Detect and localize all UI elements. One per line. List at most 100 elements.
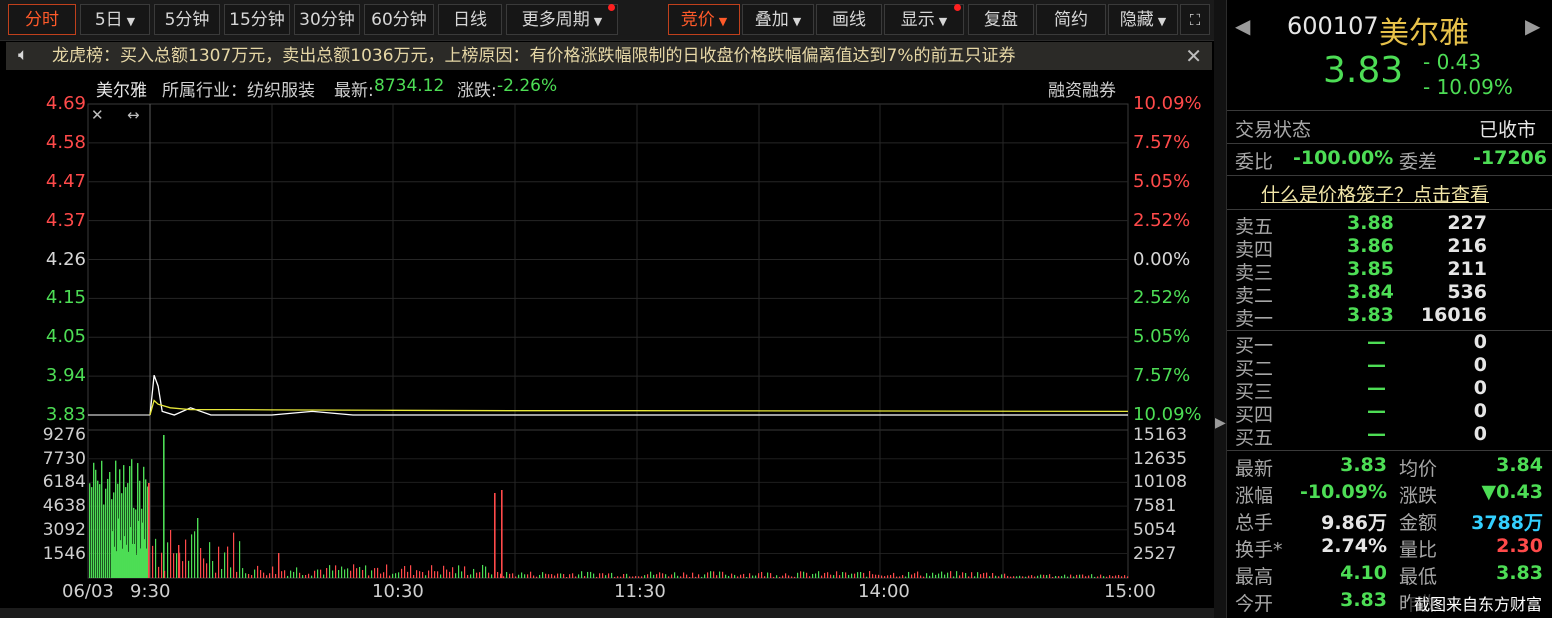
volume-bar — [914, 573, 916, 578]
volume-bar — [329, 565, 331, 578]
volume-bar — [575, 576, 577, 578]
volume-bar — [830, 574, 832, 578]
next-stock-icon[interactable]: ▶ — [1525, 14, 1540, 38]
volume-bar — [1076, 574, 1078, 578]
volume-bar — [716, 575, 718, 578]
volume-bar — [695, 576, 697, 578]
price-line — [149, 374, 1128, 416]
volume-bar — [281, 571, 283, 578]
volume-bar — [215, 572, 217, 578]
volume-bar — [473, 568, 475, 578]
volume-bar — [725, 574, 727, 578]
replay-button[interactable]: 复盘 — [968, 4, 1034, 35]
prev-stock-icon[interactable]: ◀ — [1235, 14, 1250, 38]
volume-bar — [932, 572, 934, 578]
display-button[interactable]: 显示 ▼ — [884, 4, 964, 35]
volume-bar — [152, 545, 154, 578]
volume-bar — [344, 569, 346, 578]
volume-bar — [632, 576, 634, 578]
tab-30min[interactable]: 30分钟 — [294, 4, 360, 35]
volume-bar — [776, 575, 778, 578]
volume-bar — [668, 576, 670, 578]
volume-bar — [665, 574, 667, 578]
volume-bar — [299, 572, 301, 578]
volume-bar — [1109, 575, 1111, 578]
close-icon[interactable]: ✕ — [1185, 42, 1202, 70]
display-label: 显示 — [900, 10, 935, 30]
volume-bar — [503, 576, 505, 578]
volume-bar — [293, 571, 295, 578]
volume-bar — [1031, 575, 1033, 578]
volume-bar — [368, 575, 370, 578]
volume-bar — [884, 576, 886, 578]
volume-bar — [962, 572, 964, 578]
volume-bar — [938, 573, 940, 578]
volume-bar — [178, 545, 180, 578]
close-icon[interactable]: ✕ — [91, 106, 104, 124]
tab-5min[interactable]: 5分钟 — [154, 4, 220, 35]
volume-bar — [794, 576, 796, 578]
volume-bar — [338, 570, 340, 578]
bid-level-label: 买五 — [1235, 427, 1274, 449]
volume-bar — [501, 490, 503, 578]
tab-intraday[interactable]: 分时 — [8, 4, 76, 35]
volume-bar — [455, 573, 457, 578]
resize-arrows-icon[interactable]: ↔ — [127, 106, 140, 124]
volume-bar — [599, 573, 601, 578]
volume-bar — [554, 575, 556, 578]
hide-button[interactable]: 隐藏 ▼ — [1108, 4, 1178, 35]
volume-bar — [980, 574, 982, 578]
volume-bar — [536, 576, 538, 578]
panel-splitter[interactable]: ▶ — [1214, 0, 1226, 618]
volume-bar — [1124, 575, 1126, 578]
pct-tick-label: 2.52% — [1133, 287, 1191, 309]
price-cage-link[interactable]: 什么是价格笼子？点击查看 — [1261, 180, 1489, 207]
volume-bar — [1070, 574, 1072, 578]
volume-bar — [959, 575, 961, 578]
volume-bar — [578, 574, 580, 578]
index-change-value: -2.26% — [497, 76, 558, 96]
tab-daily[interactable]: 日线 — [438, 4, 502, 35]
volume-bar — [392, 573, 394, 578]
indicator-tab-strip[interactable] — [0, 608, 1214, 618]
chevron-right-icon[interactable]: ▶ — [1215, 415, 1226, 431]
chevron-down-icon: ▼ — [938, 15, 948, 28]
volume-bar — [722, 571, 724, 578]
volume-bar — [425, 575, 427, 578]
volume-bar — [431, 565, 433, 578]
volume-bar — [923, 576, 925, 578]
simple-button[interactable]: 简约 — [1036, 4, 1106, 35]
volume-bar — [470, 574, 472, 578]
price-lines — [88, 374, 1129, 416]
order-diff-label: 委差 — [1399, 151, 1438, 173]
tab-5day[interactable]: 5日 ▼ — [80, 4, 150, 35]
volume-bar — [917, 571, 919, 578]
ask-volume: 211 — [1447, 258, 1487, 280]
fullscreen-icon[interactable]: ⛶ — [1180, 4, 1210, 35]
volume-bar — [140, 548, 142, 578]
overlay-button[interactable]: 叠加 ▼ — [742, 4, 814, 35]
volume-bar — [1091, 574, 1093, 578]
volume-bar — [434, 571, 436, 578]
volume-bar — [707, 572, 709, 578]
volume-tick-label: 7581 — [1133, 496, 1177, 517]
volume-bar — [539, 574, 541, 578]
watermark-text: 截图来自东方财富 — [1410, 591, 1547, 615]
bid-price: — — [1367, 423, 1386, 445]
tab-more-periods[interactable]: 更多周期 ▼ — [506, 4, 618, 35]
volume-bar — [560, 573, 562, 578]
tab-15min[interactable]: 15分钟 — [224, 4, 290, 35]
volume-bar — [248, 573, 250, 578]
volume-bar — [467, 574, 469, 578]
volume-bar — [713, 571, 715, 578]
volume-bar — [407, 571, 409, 578]
stat-label: 量比 — [1399, 539, 1438, 561]
auction-button[interactable]: 竞价 ▼ — [668, 4, 740, 35]
price-tick-label: 3.94 — [45, 365, 86, 387]
draw-line-button[interactable]: 画线 — [816, 4, 882, 35]
volume-bar — [335, 565, 337, 578]
volume-bar — [359, 566, 361, 578]
volume-bar — [497, 571, 499, 578]
stat-label: 最新 — [1235, 458, 1274, 480]
tab-60min[interactable]: 60分钟 — [364, 4, 434, 35]
